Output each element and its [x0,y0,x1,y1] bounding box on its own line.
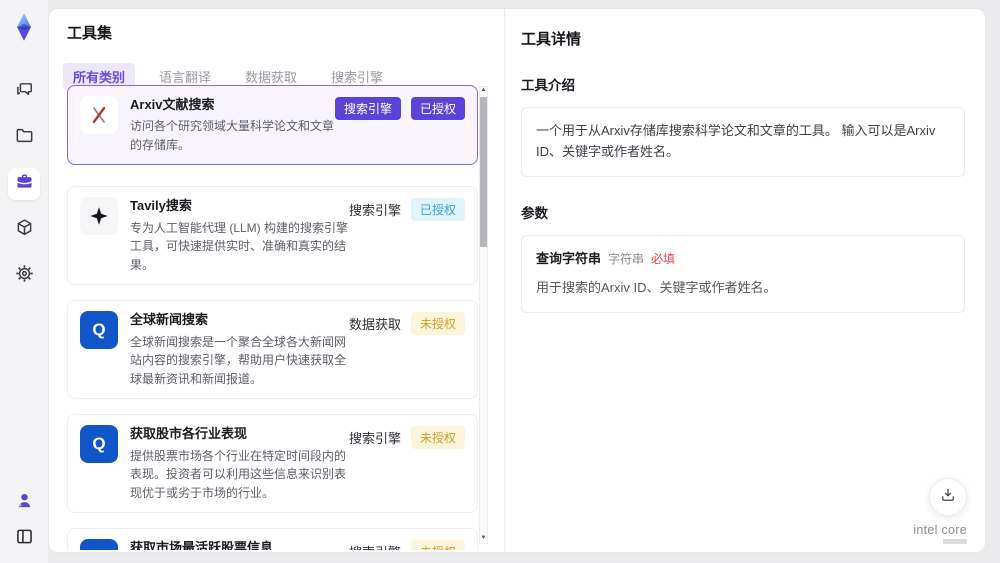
q-news-logo-icon: Q [80,539,118,550]
tool-card-sector-performance[interactable]: Q 获取股市各行业表现 提供股票市场各个行业在特定时间段内的表现。投资者可以利用… [67,414,478,514]
tool-card-tavily[interactable]: Tavily搜索 专为人工智能代理 (LLM) 构建的搜索引擎工具，可快速提供实… [67,186,478,286]
auth-status-badge: 已授权 [410,97,465,120]
param-card: 查询字符串 字符串 必填 用于搜索的Arxiv ID、关键字或作者姓名。 [521,234,965,314]
main-panel: 工具集 所有类别 语言翻译 数据获取 搜索引擎 Arxiv文献搜索 访问各个研究… [48,8,986,553]
tool-category-label: 搜索引擎 [348,431,401,447]
params-heading: 参数 [521,205,548,221]
user-avatar[interactable] [10,489,38,517]
tool-category-badge: 搜索引擎 [334,97,401,120]
auth-status-badge: 未授权 [410,426,465,450]
param-description: 用于搜索的Arxiv ID、关键字或作者姓名。 [536,280,777,296]
intro-heading: 工具介绍 [521,78,575,93]
tool-list: Arxiv文献搜索 访问各个研究领域大量科学论文和文章的存储库。 搜索引擎 已授… [67,85,478,550]
intel-core-text: intel core [913,523,967,537]
tool-category-label: 搜索引擎 [348,203,401,219]
param-required-flag: 必填 [651,251,676,266]
tool-description: 访问各个研究领域大量科学论文和文章的存储库。 [130,119,335,152]
param-name: 查询字符串 [536,250,602,266]
sidebar-nav [8,76,40,292]
scroll-up-arrow-icon[interactable]: ▲ [481,87,487,95]
detail-pane: 工具详情 工具介绍 一个用于从Arxiv存储库搜索科学论文和文章的工具。 输入可… [505,9,985,552]
sidebar-item-models[interactable] [8,214,40,246]
scrollbar-thumb[interactable] [480,97,487,247]
tool-name: 全球新闻搜索 [130,312,209,328]
tool-category-label: 数据获取 [348,317,401,333]
tool-name: 获取股市各行业表现 [130,426,248,442]
tool-card-arxiv[interactable]: Arxiv文献搜索 访问各个研究领域大量科学论文和文章的存储库。 搜索引擎 已授… [67,85,478,166]
tool-name: Tavily搜索 [130,198,192,214]
chat-icon [14,79,35,105]
tools-pane: 工具集 所有类别 语言翻译 数据获取 搜索引擎 Arxiv文献搜索 访问各个研究… [49,9,504,552]
sidebar-item-files[interactable] [8,122,40,154]
q-news-logo-icon: Q [80,311,118,350]
sidebar-toggle[interactable] [10,525,38,553]
sidebar-item-chat[interactable] [8,76,40,108]
download-button[interactable] [929,478,967,516]
app-window: 工具集 所有类别 语言翻译 数据获取 搜索引擎 Arxiv文献搜索 访问各个研究… [0,0,1000,563]
auth-status-badge: 未授权 [410,312,465,336]
tool-category-label: 搜索引擎 [349,542,401,550]
auth-status-badge: 已授权 [410,198,465,222]
panel-toggle-icon [14,526,35,552]
tavily-star-icon [80,197,118,236]
app-logo-icon [9,12,39,42]
folder-icon [14,125,35,151]
scroll-down-arrow-icon[interactable]: ▼ [481,535,487,543]
tool-description: 全球新闻搜索是一个聚合全球各大新闻网站内容的搜索引擎，帮助用户快速获取全球最新资… [130,334,347,386]
sidebar-item-settings[interactable] [8,260,40,292]
sidebar-bottom [10,489,38,553]
person-icon [14,490,35,516]
detail-title: 工具详情 [521,31,582,48]
tool-card-global-news[interactable]: Q 全球新闻搜索 全球新闻搜索是一个聚合全球各大新闻网站内容的搜索引擎，帮助用户… [67,300,478,400]
intel-core-sub-badge [943,539,967,544]
auth-status-badge: 未授权 [410,540,465,550]
sidebar-item-tools[interactable] [8,168,40,200]
tool-description: 提供股票市场各个行业在特定时间段内的表现。投资者可以利用这些信息来识别表现优于或… [130,448,347,500]
tool-name: Arxiv文献搜索 [130,97,215,112]
gear-icon [14,263,35,289]
page-title: 工具集 [67,25,113,42]
download-icon [939,486,957,509]
arxiv-logo-icon [80,96,118,134]
intel-core-logo: intel core [913,523,967,544]
tool-name: 获取市场最活跃股票信息 [130,540,274,550]
toolbox-icon [14,171,35,197]
tool-card-active-stocks[interactable]: Q 获取市场最活跃股票信息 提供当天交易量最高的股票列表。投资者可以利用这些信息… [67,528,478,550]
cube-icon [14,217,35,243]
q-news-logo-icon: Q [80,425,118,464]
tool-description: 专为人工智能代理 (LLM) 构建的搜索引擎工具，可快速提供实时、准确和真实的结… [130,220,349,272]
sidebar [0,0,48,563]
param-type: 字符串 [608,251,645,266]
tool-intro-text: 一个用于从Arxiv存储库搜索科学论文和文章的工具。 输入可以是Arxiv ID… [521,107,965,177]
list-scrollbar[interactable]: ▲ ▼ [479,86,488,544]
